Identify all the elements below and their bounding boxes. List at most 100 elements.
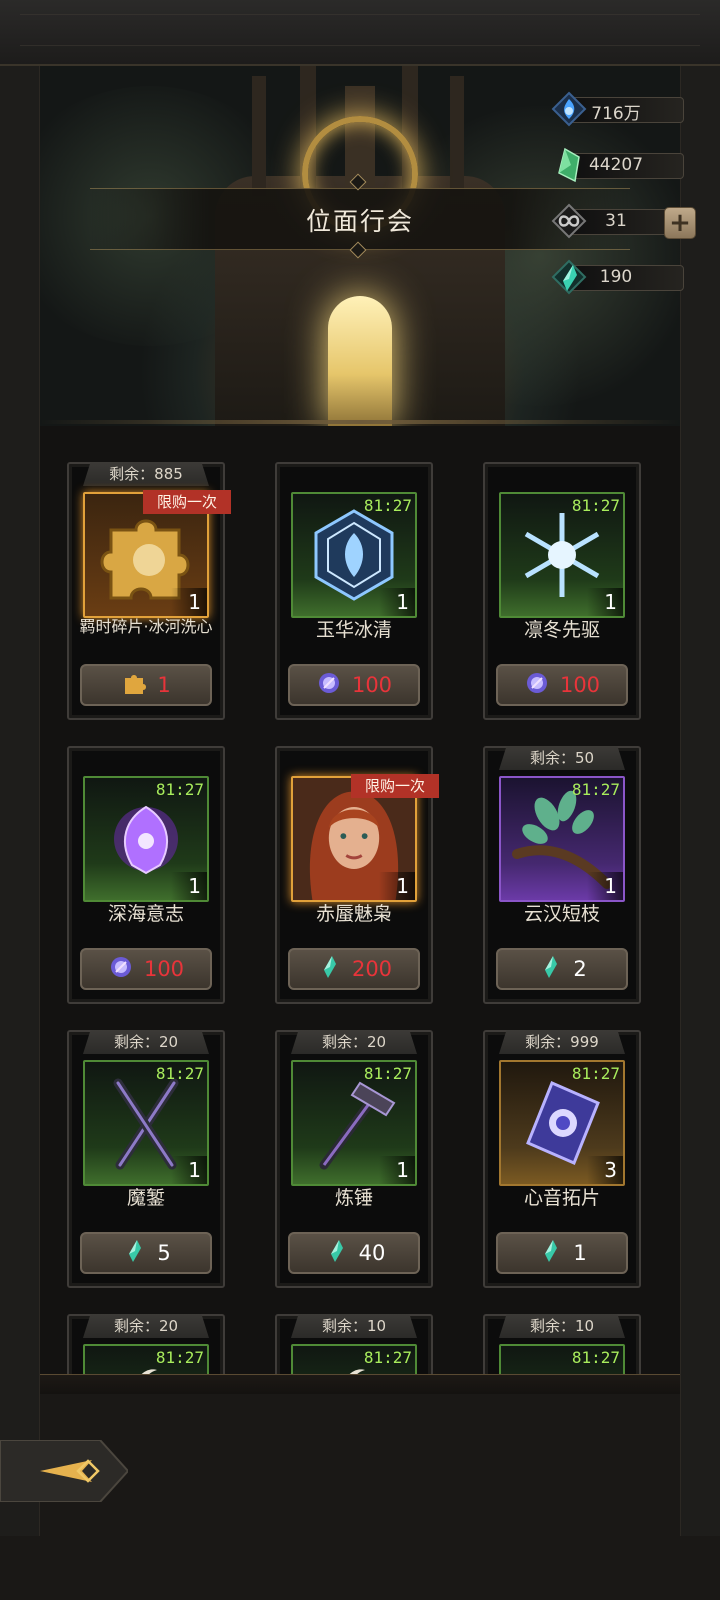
shop-item-card[interactable]: 剩余：50 81:27 1 云汉短枝 2 [483, 746, 641, 1004]
item-name: 玉华冰清 [315, 619, 392, 641]
crescent-item-icon [85, 1346, 207, 1374]
item-icon-frame: 81:27 [499, 1344, 625, 1374]
item-name: 羁时碎片·冰河洗心 [79, 617, 213, 636]
remaining-count: 剩余：20 [83, 1030, 209, 1054]
item-icon-frame: 81:27 1 [499, 492, 625, 618]
top-frame [0, 0, 720, 66]
currency-value: 716万 [591, 104, 641, 124]
teal-shard-icon [316, 954, 342, 984]
item-icon-frame: 81:27 1 [291, 1060, 417, 1186]
buy-button[interactable]: 100 [80, 948, 212, 990]
shop-grid: 剩余：885 1 限购一次 羁时碎片·冰河洗心 1 81:27 1 玉华冰清 1… [40, 426, 680, 1374]
item-quantity: 1 [604, 590, 617, 614]
buy-button[interactable]: 2 [496, 948, 628, 990]
buy-button[interactable]: 40 [288, 1232, 420, 1274]
purple-orb-icon [524, 670, 550, 700]
back-button[interactable] [0, 1439, 130, 1503]
countdown-timer: 81:27 [363, 1064, 412, 1083]
item-quantity: 3 [604, 1158, 617, 1182]
item-name: 心音拓片 [523, 1187, 600, 1209]
shop-top-divider [40, 420, 680, 424]
remaining-count: 剩余：20 [83, 1314, 209, 1338]
price-value: 1 [573, 1241, 587, 1265]
price-value: 100 [559, 673, 601, 697]
castle-spire [252, 76, 266, 196]
remaining-count: 剩余：50 [499, 746, 625, 770]
countdown-timer: 81:27 [571, 1064, 620, 1083]
shop-item-card[interactable]: 剩余：10 81:27 [483, 1314, 641, 1374]
limit-once-badge: 限购一次 [143, 490, 231, 514]
remaining-count: 剩余：999 [499, 1030, 625, 1054]
item-icon-frame: 81:27 [291, 1344, 417, 1374]
buy-button[interactable]: 1 [80, 664, 212, 706]
limit-once-badge: 限购一次 [351, 774, 439, 798]
teal-shard-icon [537, 954, 563, 984]
item-name: 云汉短枝 [523, 903, 600, 925]
price-value: 200 [351, 957, 393, 981]
price-value: 40 [358, 1241, 386, 1265]
add-currency-button[interactable]: + [664, 207, 696, 239]
shop-item-card[interactable]: 剩余：20 81:27 1 魔錾 5 [67, 1030, 225, 1288]
item-icon-frame: 81:27 1 [83, 776, 209, 902]
currency-blue-flame: 716万 [550, 91, 686, 127]
shop-item-card[interactable]: 剩余：10 81:27 [275, 1314, 433, 1374]
shop-item-card[interactable]: 81:27 1 凛冬先驱 100 [483, 462, 641, 720]
buy-button[interactable]: 1 [496, 1232, 628, 1274]
item-name: 魔錾 [126, 1187, 165, 1209]
currency-value: 44207 [588, 155, 644, 175]
price-value: 100 [143, 957, 185, 981]
item-name: 赤蜃魅枭 [315, 903, 392, 925]
item-icon-frame: 81:27 1 [291, 492, 417, 618]
teal-shard-icon [550, 258, 588, 296]
currency-value: 190 [599, 267, 633, 287]
item-quantity: 1 [188, 874, 201, 898]
countdown-timer: 81:27 [155, 780, 204, 799]
back-arrow-icon [0, 1439, 130, 1503]
teal-shard-icon [537, 1238, 563, 1268]
item-quantity: 1 [396, 590, 409, 614]
shop-bottom-divider [40, 1374, 680, 1394]
item-quantity: 1 [188, 590, 201, 614]
purple-orb-icon [316, 670, 342, 700]
remaining-count: 剩余：10 [499, 1314, 625, 1338]
item-icon-frame: 81:27 3 [499, 1060, 625, 1186]
teal-shard-icon [323, 1238, 349, 1268]
shop-item-card[interactable]: 剩余：20 81:27 1 炼锤 40 [275, 1030, 433, 1288]
countdown-timer: 81:27 [571, 1348, 620, 1367]
remaining-count: 剩余：885 [83, 462, 209, 486]
title-band: 位面行会 [90, 188, 630, 250]
buy-button[interactable]: 5 [80, 1232, 212, 1274]
shop-item-card[interactable]: 剩余：885 1 限购一次 羁时碎片·冰河洗心 1 [67, 462, 231, 720]
shop-item-card[interactable]: 剩余：20 81:27 [67, 1314, 225, 1374]
buy-button[interactable]: 100 [496, 664, 628, 706]
buy-button[interactable]: 200 [288, 948, 420, 990]
blue-flame-icon [550, 90, 588, 128]
buy-button[interactable]: 100 [288, 664, 420, 706]
price-value: 2 [573, 957, 587, 981]
left-frame [0, 66, 40, 1536]
countdown-timer: 81:27 [155, 1064, 204, 1083]
price-value: 100 [351, 673, 393, 697]
countdown-timer: 81:27 [363, 496, 412, 515]
glowing-gate [328, 296, 392, 426]
item-quantity: 1 [396, 874, 409, 898]
currency-teal-shard: 190 [550, 259, 686, 295]
item-name: 炼锤 [334, 1187, 373, 1209]
remaining-count: 剩余：10 [291, 1314, 417, 1338]
page-title: 位面行会 [305, 207, 414, 236]
shop-item-card[interactable]: 1 限购一次 赤蜃魅枭 200 [275, 746, 439, 1004]
puzzle-icon [121, 670, 147, 700]
price-value: 5 [157, 1241, 171, 1265]
teal-shard-icon [121, 1238, 147, 1268]
purple-orb-icon [108, 954, 134, 984]
item-icon-frame: 81:27 1 [499, 776, 625, 902]
shop-item-card[interactable]: 81:27 1 深海意志 100 [67, 746, 225, 1004]
green-crystal-icon [550, 146, 588, 184]
countdown-timer: 81:27 [571, 780, 620, 799]
remaining-count: 剩余：20 [291, 1030, 417, 1054]
infinity-rune-icon [550, 202, 588, 240]
shop-item-card[interactable]: 剩余：999 81:27 3 心音拓片 1 [483, 1030, 641, 1288]
countdown-timer: 81:27 [571, 496, 620, 515]
item-name: 深海意志 [107, 903, 184, 925]
shop-item-card[interactable]: 81:27 1 玉华冰清 100 [275, 462, 433, 720]
